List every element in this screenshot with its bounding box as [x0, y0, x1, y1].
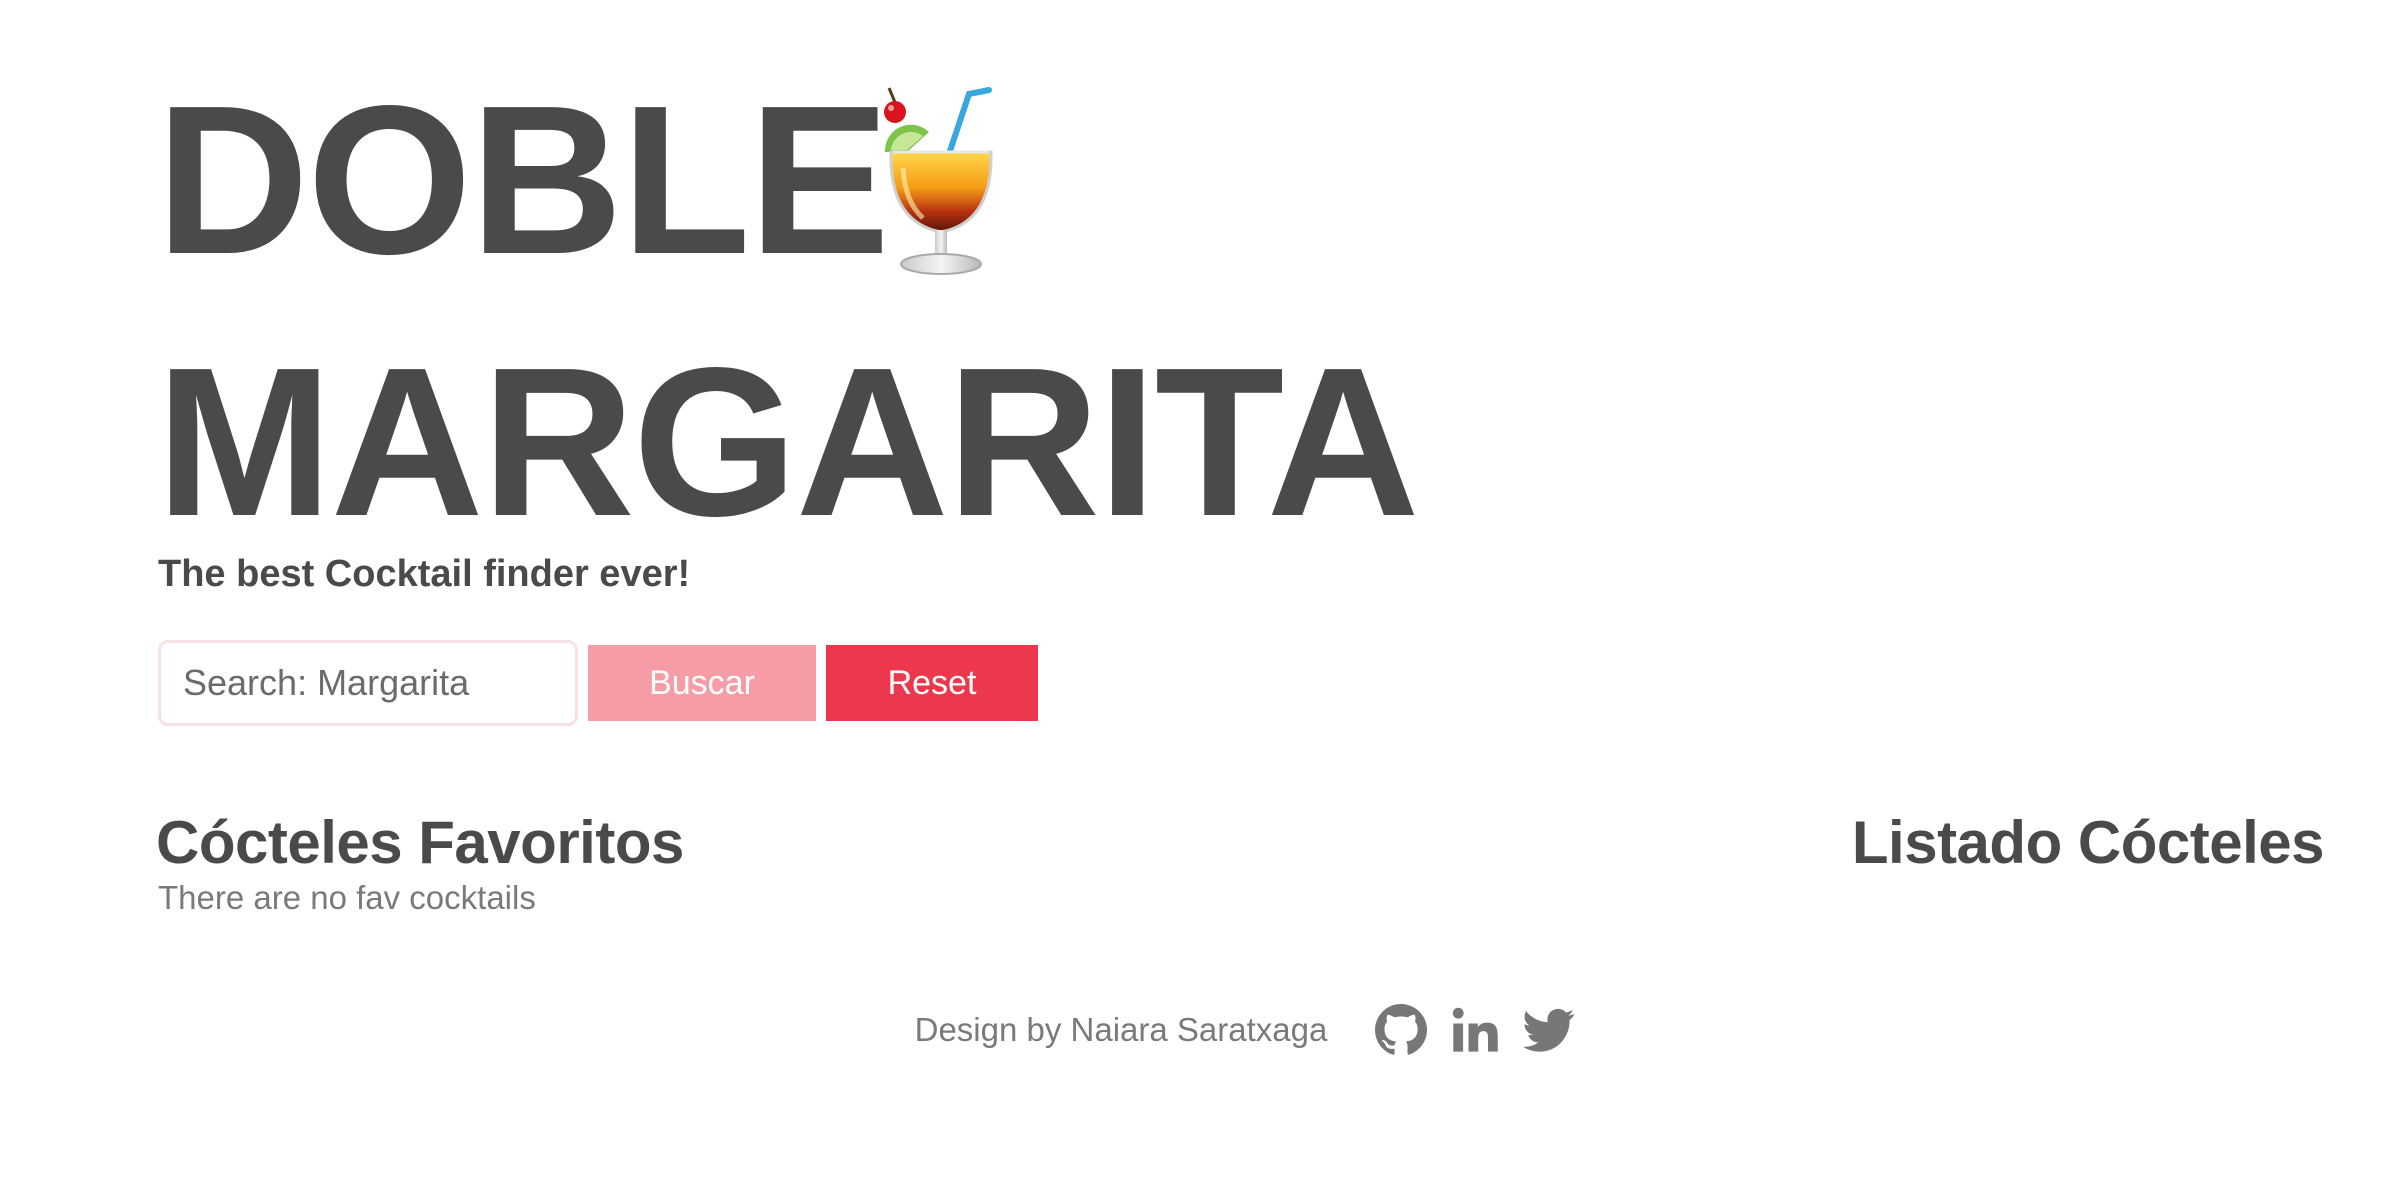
page-subtitle: The best Cocktail finder ever! — [158, 553, 691, 595]
cocktail-list-section: Listado Cócteles — [1851, 808, 2325, 877]
footer-credit: Design by Naiara Saratxaga — [914, 1011, 1328, 1048]
favorites-section: Cócteles Favoritos There are no fav cock… — [156, 808, 684, 917]
github-icon — [1375, 1004, 1428, 1055]
favorites-empty-message: There are no fav cocktails — [158, 879, 536, 916]
linkedin-icon — [1453, 1007, 1499, 1052]
github-link[interactable] — [1373, 1002, 1429, 1058]
linkedin-link[interactable] — [1447, 1002, 1503, 1058]
search-form: Buscar Reset — [158, 640, 1038, 726]
twitter-icon — [1523, 1008, 1575, 1052]
page-title-line-2: MARGARITA — [156, 323, 1420, 560]
reset-button[interactable]: Reset — [826, 645, 1038, 721]
tropical-drink-icon — [884, 87, 993, 275]
page-title-line-1: DOBLE — [156, 61, 890, 298]
cocktail-list-title: Listado Cócteles — [1851, 809, 2325, 876]
page-footer: Design by Naiara Saratxaga — [0, 998, 2408, 1062]
search-button[interactable]: Buscar — [588, 645, 816, 721]
twitter-link[interactable] — [1521, 1002, 1577, 1058]
search-input[interactable] — [158, 640, 578, 726]
favorites-title: Cócteles Favoritos — [156, 809, 684, 876]
